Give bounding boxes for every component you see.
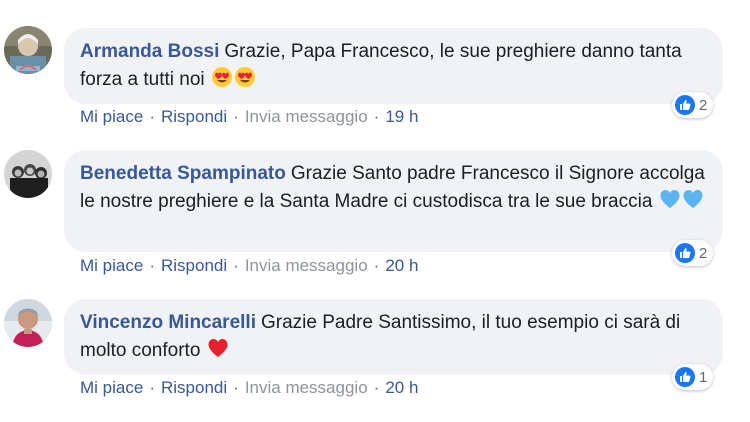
comment-actions: Mi piace · Rispondi · Invia messaggio · … <box>80 378 418 398</box>
like-button[interactable]: Mi piace <box>80 378 143 398</box>
like-icon <box>675 95 695 115</box>
comment-author[interactable]: Armanda Bossi <box>80 41 219 62</box>
separator: · <box>149 256 155 275</box>
reply-button[interactable]: Rispondi <box>161 256 227 276</box>
comment-bubble: Benedetta Spampinato Grazie Santo padre F… <box>64 150 723 252</box>
avatar[interactable] <box>4 26 52 74</box>
separator: · <box>373 256 380 275</box>
reaction-count[interactable]: 2 <box>672 240 714 266</box>
separator: · <box>149 107 155 126</box>
reply-button[interactable]: Rispondi <box>161 378 227 398</box>
like-button[interactable]: Mi piace <box>80 256 143 276</box>
reaction-count-value: 2 <box>699 244 708 262</box>
avatar[interactable] <box>4 150 52 198</box>
comment-author[interactable]: Vincenzo Mincarelli <box>80 312 256 333</box>
timestamp[interactable]: 20 h <box>385 256 418 276</box>
separator: · <box>373 107 380 126</box>
reply-button[interactable]: Rispondi <box>161 107 227 127</box>
send-message-button[interactable]: Invia messaggio <box>245 378 368 398</box>
blue-heart-emoji <box>659 188 681 219</box>
send-message-button[interactable]: Invia messaggio <box>245 256 368 276</box>
comment-actions: Mi piace · Rispondi · Invia messaggio · … <box>80 107 418 127</box>
separator: · <box>149 378 155 397</box>
send-message-button[interactable]: Invia messaggio <box>245 107 368 127</box>
separator: · <box>233 107 239 126</box>
like-icon <box>675 243 695 263</box>
timestamp[interactable]: 20 h <box>385 378 418 398</box>
avatar[interactable] <box>4 299 52 347</box>
reaction-count-value: 2 <box>699 96 708 114</box>
reaction-count-value: 1 <box>699 368 708 386</box>
like-icon <box>675 367 695 387</box>
comment-author[interactable]: Benedetta Spampinato <box>80 163 286 184</box>
heart-eyes-emoji <box>234 66 256 97</box>
comment-actions: Mi piace · Rispondi · Invia messaggio · … <box>80 256 418 276</box>
red-heart-emoji <box>207 337 229 368</box>
comment-bubble: Vincenzo Mincarelli Grazie Padre Santissi… <box>64 299 723 375</box>
reaction-count[interactable]: 2 <box>672 92 714 118</box>
timestamp[interactable]: 19 h <box>385 107 418 127</box>
comment-bubble: Armanda Bossi Grazie, Papa Francesco, le … <box>64 28 723 104</box>
reaction-count[interactable]: 1 <box>672 364 714 390</box>
separator: · <box>373 378 380 397</box>
blue-heart-emoji <box>682 188 704 219</box>
separator: · <box>233 256 239 275</box>
separator: · <box>233 378 239 397</box>
heart-eyes-emoji <box>211 66 233 97</box>
like-button[interactable]: Mi piace <box>80 107 143 127</box>
